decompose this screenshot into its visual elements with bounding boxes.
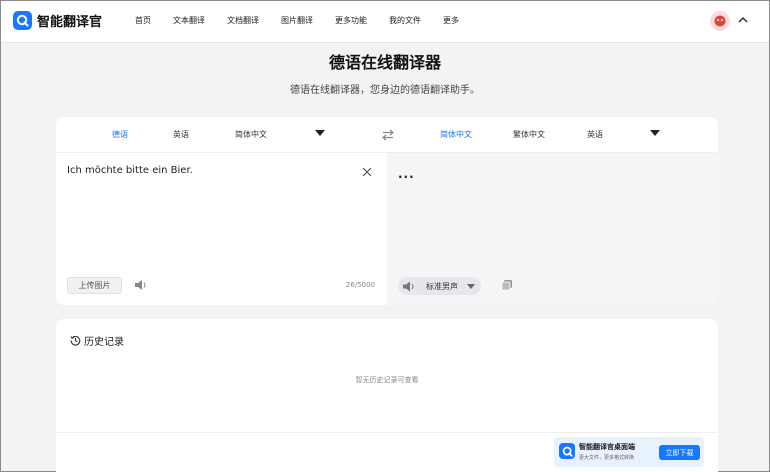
source-lang-english[interactable]: 英语 bbox=[173, 129, 189, 140]
target-pane: ... 标准男声 bbox=[387, 153, 718, 305]
logo[interactable]: 智能翻译官 bbox=[13, 11, 102, 30]
translator-card: 德语 英语 简体中文 简体中文 繁体中文 英语 Ich möchte bitte… bbox=[56, 117, 718, 305]
voice-select[interactable]: 标准男声 bbox=[398, 277, 481, 295]
promo-title: 智能翻译官桌面端 bbox=[579, 443, 635, 451]
desktop-promo: 智能翻译官桌面端 更大文件，更多格式转换 立即下载 bbox=[554, 437, 704, 467]
target-lang-english[interactable]: 英语 bbox=[587, 129, 603, 140]
nav-text-translate[interactable]: 文本翻译 bbox=[173, 15, 205, 26]
main-nav: 首页 文本翻译 文档翻译 图片翻译 更多功能 我的文件 更多 bbox=[135, 15, 481, 26]
promo-subtitle: 更大文件，更多格式转换 bbox=[579, 455, 635, 461]
source-lang-german[interactable]: 德语 bbox=[112, 129, 128, 140]
history-empty-text: 暂无历史记录可查看 bbox=[355, 376, 419, 384]
logo-icon bbox=[559, 443, 575, 459]
char-count: 26/5000 bbox=[345, 281, 375, 289]
speaker-icon[interactable] bbox=[402, 281, 416, 292]
history-icon bbox=[70, 335, 81, 346]
language-bar: 德语 英语 简体中文 简体中文 繁体中文 英语 bbox=[56, 117, 718, 153]
top-bar: 智能翻译官 首页 文本翻译 文档翻译 图片翻译 更多功能 我的文件 更多 bbox=[1, 1, 769, 43]
logo-text: 智能翻译官 bbox=[37, 15, 103, 30]
voice-label: 标准男声 bbox=[426, 282, 458, 291]
nav-more[interactable]: 更多 bbox=[443, 15, 459, 26]
nav-image-translate[interactable]: 图片翻译 bbox=[281, 15, 313, 26]
history-title: 历史记录 bbox=[84, 337, 124, 348]
swap-icon[interactable] bbox=[381, 129, 395, 141]
target-lang-chinese[interactable]: 简体中文 bbox=[440, 129, 472, 140]
download-button[interactable]: 立即下载 bbox=[659, 445, 700, 460]
target-lang-traditional[interactable]: 繁体中文 bbox=[513, 129, 545, 140]
source-text-input[interactable]: Ich möchte bitte ein Bier. bbox=[67, 165, 193, 176]
source-lang-chinese[interactable]: 简体中文 bbox=[235, 129, 267, 140]
avatar[interactable] bbox=[710, 11, 730, 31]
source-pane[interactable]: Ich möchte bitte ein Bier. 上传图片 26/5000 bbox=[56, 153, 387, 305]
nav-my-files[interactable]: 我的文件 bbox=[389, 15, 421, 26]
dropdown-icon bbox=[467, 284, 475, 289]
chevron-up-icon[interactable] bbox=[738, 16, 748, 24]
upload-image-button[interactable]: 上传图片 bbox=[67, 277, 122, 294]
close-icon[interactable] bbox=[362, 167, 372, 177]
source-lang-dropdown-icon[interactable] bbox=[315, 130, 325, 136]
nav-more-features[interactable]: 更多功能 bbox=[335, 15, 367, 26]
target-text: ... bbox=[398, 167, 415, 181]
avatar-icon bbox=[714, 15, 726, 27]
history-header: 历史记录 bbox=[70, 333, 124, 348]
nav-home[interactable]: 首页 bbox=[135, 15, 151, 26]
nav-doc-translate[interactable]: 文档翻译 bbox=[227, 15, 259, 26]
target-lang-dropdown-icon[interactable] bbox=[650, 130, 660, 136]
page-subtitle: 德语在线翻译器，您身边的德语翻译助手。 bbox=[290, 85, 480, 96]
logo-icon bbox=[13, 11, 32, 30]
speaker-icon[interactable] bbox=[134, 279, 148, 291]
divider bbox=[56, 432, 718, 433]
page-title: 德语在线翻译器 bbox=[328, 53, 441, 72]
copy-icon[interactable] bbox=[501, 279, 513, 291]
